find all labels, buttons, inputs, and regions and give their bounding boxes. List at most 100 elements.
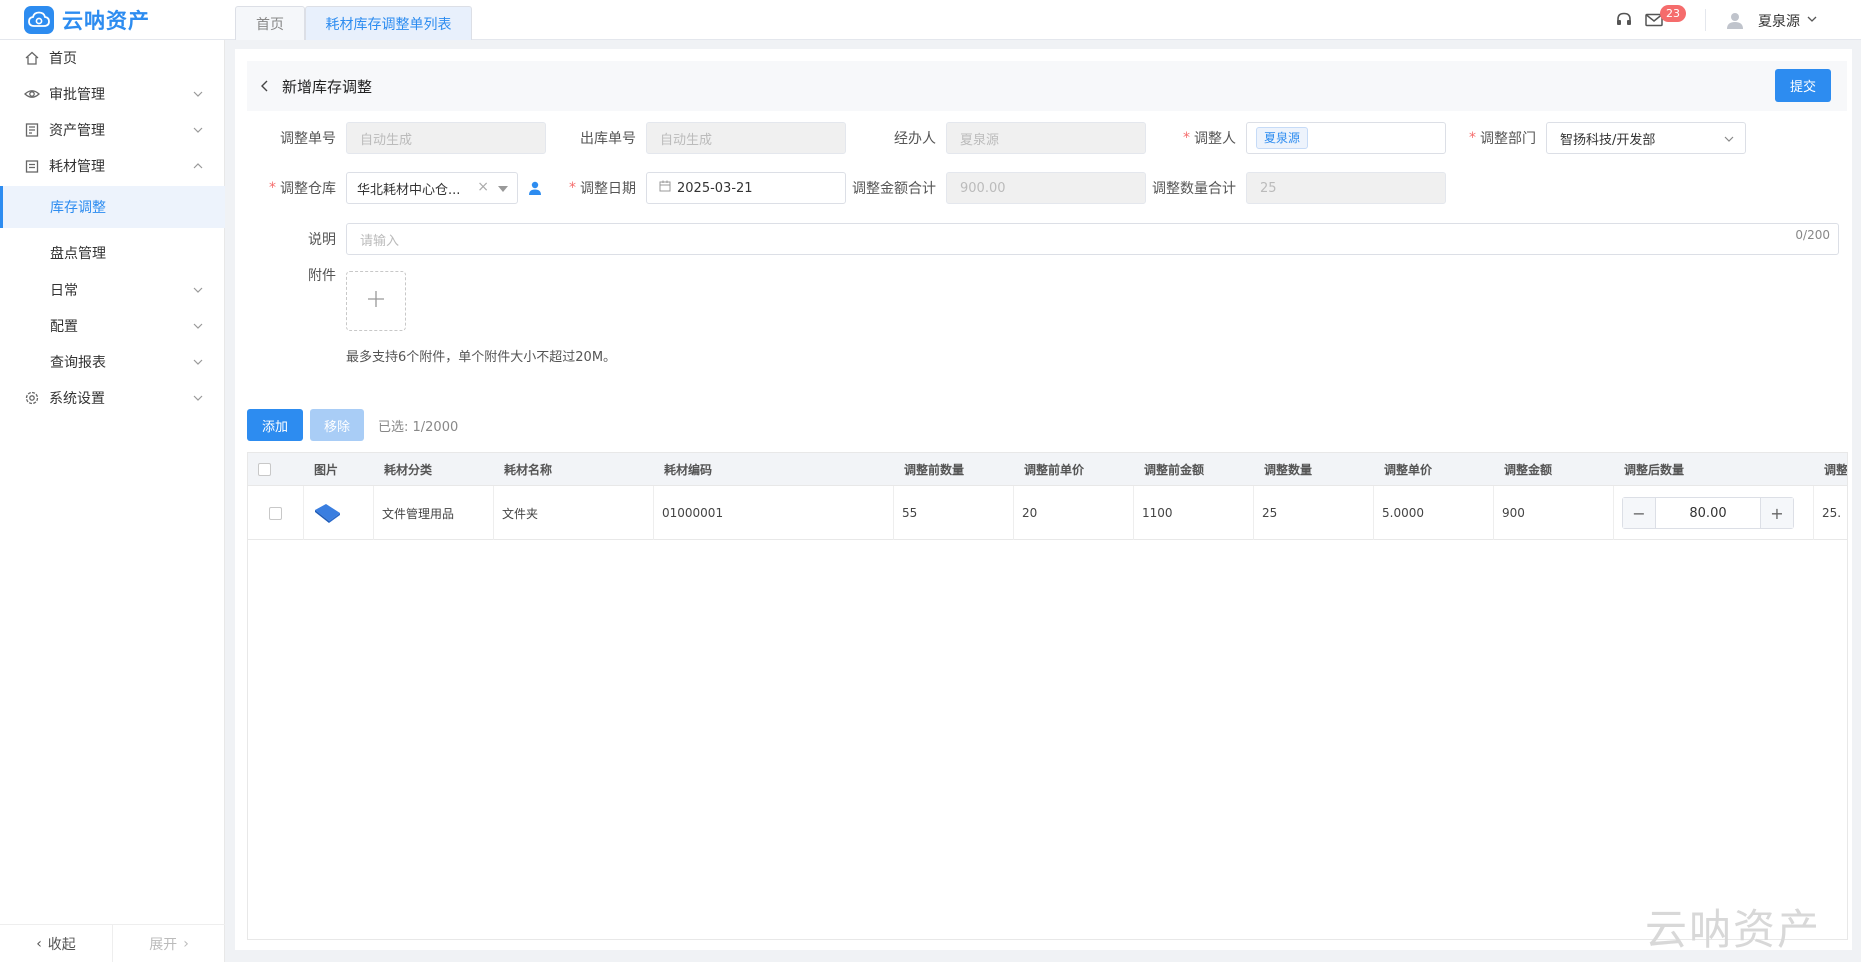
select-all-checkbox[interactable]: [258, 453, 271, 486]
col-header: 调整前单价: [1024, 463, 1085, 477]
warehouse-select[interactable]: 华北耗材中心仓... ×: [346, 172, 518, 204]
sidebar-item-daily[interactable]: 日常: [0, 272, 225, 308]
page-title: 新增库存调整: [282, 78, 373, 96]
attachment-hint: 最多支持6个附件，单个附件大小不超过20M。: [346, 350, 617, 365]
sidebar-item-assets[interactable]: 资产管理: [0, 112, 225, 148]
calendar-icon: [659, 180, 671, 196]
tab-consumable-adjust-list[interactable]: 耗材库存调整单列表: [305, 6, 472, 40]
table-row[interactable]: 文件管理用品 文件夹 01000001 55 20 1100 25 5.0000…: [248, 486, 1847, 540]
cell-adj-price: 5.0000: [1374, 486, 1494, 540]
home-icon: [24, 50, 40, 66]
back-arrow-icon[interactable]: [259, 79, 271, 93]
warehouse-label: * 调整仓库: [269, 180, 336, 197]
item-image[interactable]: [304, 486, 374, 540]
qty-total-label: 调整数量合计: [1152, 181, 1236, 197]
chevron-down-icon: [192, 88, 204, 100]
header-divider: [1705, 9, 1706, 31]
remove-button: 移除: [310, 409, 364, 441]
date-picker[interactable]: 2025-03-21: [646, 172, 846, 204]
order-no-field: 自动生成: [346, 122, 546, 154]
col-header: 调整后数量: [1624, 463, 1685, 477]
col-header: 调整前金额: [1144, 463, 1205, 477]
cell-name: 文件夹: [494, 486, 654, 540]
cell-code: 01000001: [654, 486, 894, 540]
user-avatar-icon[interactable]: [1725, 10, 1745, 30]
order-no-label: 调整单号: [280, 131, 336, 147]
sidebar-item-home[interactable]: 首页: [0, 40, 225, 76]
add-button[interactable]: 添加: [247, 409, 303, 441]
outbound-no-field: 自动生成: [646, 122, 846, 154]
department-label: * 调整部门: [1469, 130, 1536, 147]
main-content: 新增库存调整 提交 调整单号 自动生成 出库单号 自动生成 经办人 夏泉源 * 调…: [235, 49, 1852, 950]
cell-adj-amount: 900: [1494, 486, 1614, 540]
amount-total-field: 900.00: [946, 172, 1146, 204]
cell-category: 文件管理用品: [374, 486, 494, 540]
user-name[interactable]: 夏泉源: [1758, 11, 1800, 31]
upload-button[interactable]: [346, 271, 406, 331]
cell-adj-qty: 25: [1254, 486, 1374, 540]
date-label: * 调整日期: [569, 180, 636, 197]
qty-total-field: 25: [1246, 172, 1446, 204]
quantity-stepper[interactable]: − 80.00 +: [1622, 497, 1794, 529]
sidebar-item-inventory-check[interactable]: 盘点管理: [0, 235, 225, 271]
collapse-button[interactable]: ‹ 收起: [0, 925, 112, 962]
selected-count: 已选: 1/2000: [378, 420, 459, 435]
cell-price-before: 20: [1014, 486, 1134, 540]
app-logo[interactable]: 云呐资产: [24, 6, 150, 34]
caret-down-icon: [498, 186, 508, 192]
sidebar-item-label: 配置: [50, 319, 78, 335]
chevron-down-icon: [192, 356, 204, 368]
row-checkbox[interactable]: [248, 486, 304, 540]
items-table: 图片 耗材分类 耗材名称 耗材编码 调整前数量 调整前单价 调整前金额 调整数量…: [247, 452, 1848, 940]
amount-total-label: 调整金额合计: [852, 181, 936, 197]
handler-label: 经办人: [894, 131, 936, 147]
eye-icon: [24, 86, 40, 102]
col-header: 耗材名称: [504, 463, 553, 477]
cell-truncated: 25.: [1822, 506, 1842, 520]
sidebar-item-label: 盘点管理: [50, 246, 106, 262]
expand-label: 展开: [149, 936, 178, 953]
col-header: 调整单价: [1384, 463, 1433, 477]
sidebar-item-reports[interactable]: 查询报表: [0, 344, 225, 380]
app-name: 云呐资产: [62, 9, 150, 33]
remark-input[interactable]: 请输入 0/200: [346, 223, 1839, 255]
minus-button[interactable]: −: [1623, 498, 1655, 528]
adjuster-tag[interactable]: 夏泉源: [1256, 127, 1309, 149]
col-header: 调整金额: [1504, 463, 1553, 477]
sidebar-item-label: 日常: [50, 283, 78, 299]
watermark: 云呐资产: [1645, 905, 1822, 954]
chevron-down-icon: [192, 320, 204, 332]
chevron-down-icon[interactable]: [1806, 13, 1818, 25]
sidebar-item-label: 资产管理: [49, 123, 105, 139]
sidebar-item-stock-adjust[interactable]: 库存调整: [0, 186, 225, 228]
char-counter: 0/200: [1795, 228, 1830, 242]
headset-icon[interactable]: [1614, 10, 1634, 30]
plus-button[interactable]: +: [1761, 498, 1793, 528]
chevron-down-icon: [192, 124, 204, 136]
chevron-up-icon: [192, 160, 204, 172]
collapse-label: 收起: [47, 936, 76, 953]
sidebar-item-consumables[interactable]: 耗材管理: [0, 148, 225, 184]
department-select[interactable]: 智扬科技/开发部: [1546, 122, 1746, 154]
sidebar-item-label: 查询报表: [50, 355, 106, 371]
chevron-right-icon: ›: [183, 935, 189, 952]
chevron-down-icon: [192, 392, 204, 404]
attachment-label: 附件: [308, 268, 336, 284]
sidebar-item-system-settings[interactable]: 系统设置: [0, 380, 225, 416]
adjuster-label: * 调整人: [1183, 130, 1236, 147]
asset-icon: [24, 122, 40, 138]
page-header: 新增库存调整: [247, 61, 1847, 111]
sidebar-item-approval[interactable]: 审批管理: [0, 76, 225, 112]
cloud-logo-icon: [24, 6, 54, 34]
adjuster-field[interactable]: 夏泉源: [1246, 122, 1446, 154]
clear-icon[interactable]: ×: [477, 179, 489, 195]
quantity-value[interactable]: 80.00: [1655, 498, 1761, 528]
top-bar: 云呐资产 首页 耗材库存调整单列表 23 夏泉源: [0, 0, 1861, 40]
sidebar-item-config[interactable]: 配置: [0, 308, 225, 344]
handler-field: 夏泉源: [946, 122, 1146, 154]
table-header: 图片 耗材分类 耗材名称 耗材编码 调整前数量 调整前单价 调整前金额 调整数量…: [248, 453, 1847, 486]
submit-button[interactable]: 提交: [1775, 69, 1831, 102]
tab-home[interactable]: 首页: [235, 6, 305, 40]
cell-amount-before: 1100: [1134, 486, 1254, 540]
col-header: 图片: [314, 463, 339, 477]
